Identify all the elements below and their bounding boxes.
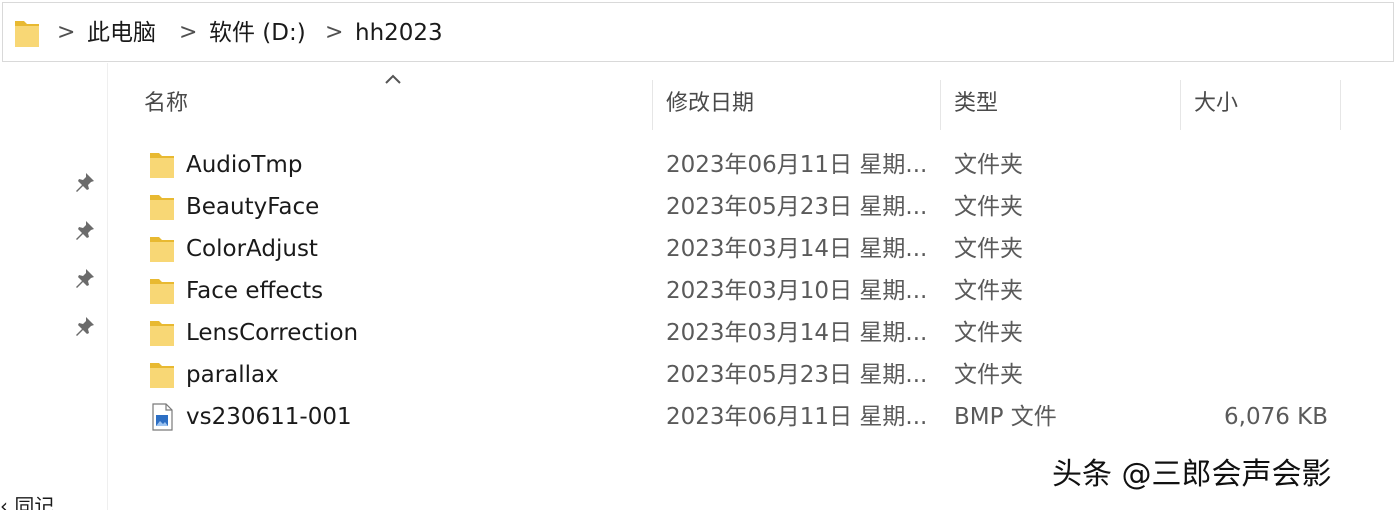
breadcrumb-drive-d[interactable]: 软件 (D:)	[209, 18, 306, 48]
file-size: 6,076 KB	[1224, 404, 1329, 430]
folder-icon	[150, 279, 174, 304]
breadcrumb-this-pc[interactable]: 此电脑	[87, 18, 156, 48]
chevron-right-icon[interactable]: >	[325, 21, 343, 45]
column-header-type[interactable]: 类型	[954, 88, 998, 120]
sort-ascending-icon	[385, 74, 401, 84]
file-row[interactable]: ColorAdjust 2023年03月14日 星期... 文件夹	[130, 228, 1340, 270]
file-date: 2023年05月23日 星期...	[666, 362, 928, 388]
file-date: 2023年06月11日 星期...	[666, 152, 928, 178]
file-row[interactable]: parallax 2023年05月23日 星期... 文件夹	[130, 354, 1340, 396]
file-row[interactable]: LensCorrection 2023年03月14日 星期... 文件夹	[130, 312, 1340, 354]
file-date: 2023年03月14日 星期...	[666, 320, 928, 346]
folder-icon	[150, 153, 174, 178]
folder-icon	[15, 21, 39, 47]
file-name: Face effects	[186, 278, 324, 304]
column-header-date[interactable]: 修改日期	[666, 88, 754, 120]
chevron-right-icon[interactable]: >	[57, 21, 75, 45]
bmp-file-icon	[152, 403, 173, 431]
column-divider[interactable]	[1340, 80, 1341, 130]
file-date: 2023年05月23日 星期...	[666, 194, 928, 220]
folder-icon	[150, 195, 174, 220]
column-header-size[interactable]: 大小	[1194, 88, 1238, 120]
pin-icon[interactable]	[74, 171, 96, 193]
column-divider[interactable]	[652, 80, 653, 130]
column-divider[interactable]	[940, 80, 941, 130]
file-type: 文件夹	[954, 236, 1023, 262]
nav-item-partial[interactable]: ‹ 同记	[0, 496, 54, 510]
file-date: 2023年03月14日 星期...	[666, 236, 928, 262]
folder-icon	[150, 321, 174, 346]
file-row[interactable]: Face effects 2023年03月10日 星期... 文件夹	[130, 270, 1340, 312]
file-type: BMP 文件	[954, 404, 1057, 430]
file-row[interactable]: AudioTmp 2023年06月11日 星期... 文件夹	[130, 144, 1340, 186]
file-date: 2023年06月11日 星期...	[666, 404, 928, 430]
pin-icon[interactable]	[74, 219, 96, 241]
pin-icon[interactable]	[74, 315, 96, 337]
file-type: 文件夹	[954, 152, 1023, 178]
address-bar[interactable]: > 此电脑 > 软件 (D:) > hh2023	[2, 2, 1394, 62]
file-type: 文件夹	[954, 362, 1023, 388]
file-type: 文件夹	[954, 278, 1023, 304]
file-name: AudioTmp	[186, 152, 303, 178]
file-row[interactable]: BeautyFace 2023年05月23日 星期... 文件夹	[130, 186, 1340, 228]
file-name: LensCorrection	[186, 320, 359, 346]
file-type: 文件夹	[954, 194, 1023, 220]
pin-icon[interactable]	[74, 267, 96, 289]
breadcrumb-hh2023[interactable]: hh2023	[355, 18, 443, 48]
file-row[interactable]: vs230611-001 2023年06月11日 星期... BMP 文件 6,…	[130, 396, 1340, 438]
folder-icon	[150, 363, 174, 388]
navigation-pane	[0, 63, 108, 510]
file-name: parallax	[186, 362, 279, 388]
column-divider[interactable]	[1180, 80, 1181, 130]
column-header-name[interactable]: 名称	[144, 88, 188, 120]
watermark-text: 头条 @三郎会声会影	[1052, 457, 1332, 492]
chevron-right-icon[interactable]: >	[179, 21, 197, 45]
file-name: BeautyFace	[186, 194, 320, 220]
folder-icon	[150, 237, 174, 262]
file-explorer-window: > 此电脑 > 软件 (D:) > hh2023 ‹ 同记 名称 修改日期 类型…	[0, 0, 1396, 510]
file-name: ColorAdjust	[186, 236, 318, 262]
file-date: 2023年03月10日 星期...	[666, 278, 928, 304]
file-name: vs230611-001	[186, 404, 352, 430]
file-type: 文件夹	[954, 320, 1023, 346]
